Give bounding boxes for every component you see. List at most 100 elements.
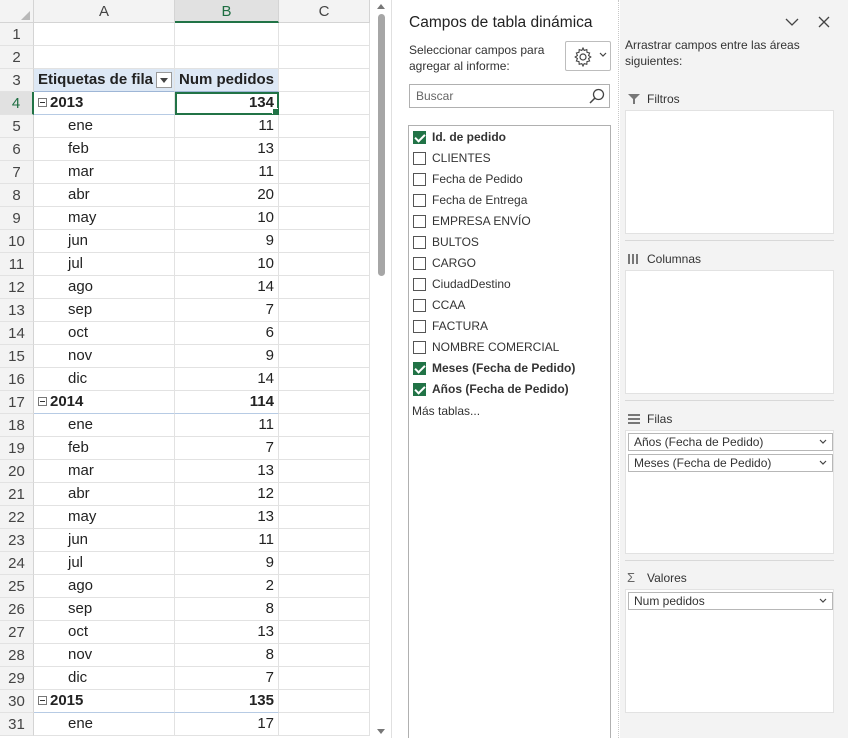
cell-c[interactable] — [279, 276, 370, 299]
row-header[interactable]: 27 — [0, 621, 34, 644]
cell-c[interactable] — [279, 138, 370, 161]
month-count-cell[interactable]: 8 — [175, 598, 279, 621]
field-checkbox[interactable] — [413, 235, 426, 249]
row-header[interactable]: 29 — [0, 667, 34, 690]
values-drop-area[interactable]: Num pedidos — [625, 589, 834, 713]
field-list[interactable]: Más tablas... Id. de pedido CLIENTES Fecha… — [408, 125, 611, 738]
month-count-cell[interactable]: 9 — [175, 230, 279, 253]
collapse-pane-icon[interactable] — [784, 14, 800, 30]
month-count-cell[interactable]: 11 — [175, 161, 279, 184]
vertical-scrollbar[interactable] — [373, 0, 390, 738]
cell-c[interactable] — [279, 690, 370, 713]
row-header[interactable]: 22 — [0, 506, 34, 529]
month-count-cell[interactable]: 13 — [175, 460, 279, 483]
cell-a[interactable] — [34, 46, 175, 69]
pivot-month-cell[interactable]: ago — [34, 276, 175, 299]
pivot-month-cell[interactable]: may — [34, 207, 175, 230]
chevron-down-icon[interactable] — [819, 439, 827, 445]
row-header[interactable]: 9 — [0, 207, 34, 230]
row-header[interactable]: 17 — [0, 391, 34, 414]
month-count-cell[interactable]: 9 — [175, 345, 279, 368]
pivot-row-labels-header[interactable]: Etiquetas de fila — [34, 69, 175, 92]
field-checkbox[interactable] — [413, 193, 426, 207]
collapse-button-icon[interactable] — [38, 98, 47, 107]
field-item[interactable]: EMPRESA ENVÍO — [413, 212, 531, 230]
cell-b[interactable] — [175, 46, 279, 69]
row-header[interactable]: 18 — [0, 414, 34, 437]
cell-c[interactable] — [279, 322, 370, 345]
pivot-value-header[interactable]: Num pedidos — [175, 69, 279, 92]
pivot-month-cell[interactable]: ene — [34, 414, 175, 437]
field-item[interactable]: CCAA — [413, 296, 465, 314]
month-count-cell[interactable]: 12 — [175, 483, 279, 506]
month-count-cell[interactable]: 8 — [175, 644, 279, 667]
field-checkbox[interactable] — [413, 277, 426, 291]
chevron-down-icon[interactable] — [819, 460, 827, 466]
cell-c[interactable] — [279, 414, 370, 437]
collapse-button-icon[interactable] — [38, 696, 47, 705]
year-total-cell[interactable]: 135 — [175, 690, 279, 713]
cell-c[interactable] — [279, 230, 370, 253]
month-count-cell[interactable]: 9 — [175, 552, 279, 575]
field-item[interactable]: Meses (Fecha de Pedido) — [413, 359, 575, 377]
row-header[interactable]: 23 — [0, 529, 34, 552]
cell-c[interactable] — [279, 161, 370, 184]
field-checkbox[interactable] — [413, 298, 426, 312]
row-header[interactable]: 14 — [0, 322, 34, 345]
month-count-cell[interactable]: 7 — [175, 299, 279, 322]
pivot-month-cell[interactable]: jul — [34, 552, 175, 575]
field-item[interactable]: Fecha de Pedido — [413, 170, 523, 188]
chevron-down-icon[interactable] — [819, 598, 827, 604]
month-count-cell[interactable]: 14 — [175, 368, 279, 391]
row-header[interactable]: 26 — [0, 598, 34, 621]
column-header-c[interactable]: C — [279, 0, 370, 23]
month-count-cell[interactable]: 20 — [175, 184, 279, 207]
year-total-cell[interactable]: 114 — [175, 391, 279, 414]
field-item[interactable]: FACTURA — [413, 317, 488, 335]
pivot-month-cell[interactable]: dic — [34, 667, 175, 690]
pivot-month-cell[interactable]: nov — [34, 644, 175, 667]
scrollbar-thumb[interactable] — [378, 14, 385, 276]
cell-c[interactable] — [279, 253, 370, 276]
cell-c[interactable] — [279, 92, 370, 115]
cell-c[interactable] — [279, 460, 370, 483]
pivot-month-cell[interactable]: ago — [34, 575, 175, 598]
column-header-b[interactable]: B — [175, 0, 279, 23]
cell-c[interactable] — [279, 552, 370, 575]
cell-b[interactable] — [175, 23, 279, 46]
row-header[interactable]: 11 — [0, 253, 34, 276]
field-checkbox[interactable] — [413, 361, 426, 375]
cell-c[interactable] — [279, 506, 370, 529]
month-count-cell[interactable]: 13 — [175, 138, 279, 161]
cell-c[interactable] — [279, 667, 370, 690]
row-header[interactable]: 19 — [0, 437, 34, 460]
month-count-cell[interactable]: 2 — [175, 575, 279, 598]
month-count-cell[interactable]: 13 — [175, 621, 279, 644]
row-field-years[interactable]: Años (Fecha de Pedido) — [628, 433, 833, 451]
cell-c[interactable] — [279, 529, 370, 552]
cell-c[interactable] — [279, 644, 370, 667]
month-count-cell[interactable]: 14 — [175, 276, 279, 299]
value-field-num-pedidos[interactable]: Num pedidos — [628, 592, 833, 610]
field-checkbox[interactable] — [413, 130, 426, 144]
field-item[interactable]: BULTOS — [413, 233, 479, 251]
row-header[interactable]: 31 — [0, 713, 34, 736]
columns-drop-area[interactable] — [625, 270, 834, 394]
more-tables-link[interactable]: Más tablas... — [412, 404, 480, 418]
pivot-month-cell[interactable]: jul — [34, 253, 175, 276]
pivot-month-cell[interactable]: dic — [34, 368, 175, 391]
pivot-year-cell[interactable]: 2015 — [34, 690, 175, 713]
field-item[interactable]: Id. de pedido — [413, 128, 506, 146]
row-header[interactable]: 12 — [0, 276, 34, 299]
spreadsheet-grid[interactable]: A B C 1 2 3 Etiquetas de fila Num pedidos 4 20… — [0, 0, 370, 738]
row-header[interactable]: 4 — [0, 92, 34, 115]
cell-c[interactable] — [279, 483, 370, 506]
pivot-month-cell[interactable]: sep — [34, 299, 175, 322]
month-count-cell[interactable]: 10 — [175, 207, 279, 230]
tools-button[interactable] — [565, 41, 611, 71]
cell-c[interactable] — [279, 207, 370, 230]
scroll-up-arrow-icon[interactable] — [377, 4, 385, 9]
month-count-cell[interactable]: 7 — [175, 667, 279, 690]
row-header[interactable]: 24 — [0, 552, 34, 575]
pivot-month-cell[interactable]: nov — [34, 345, 175, 368]
